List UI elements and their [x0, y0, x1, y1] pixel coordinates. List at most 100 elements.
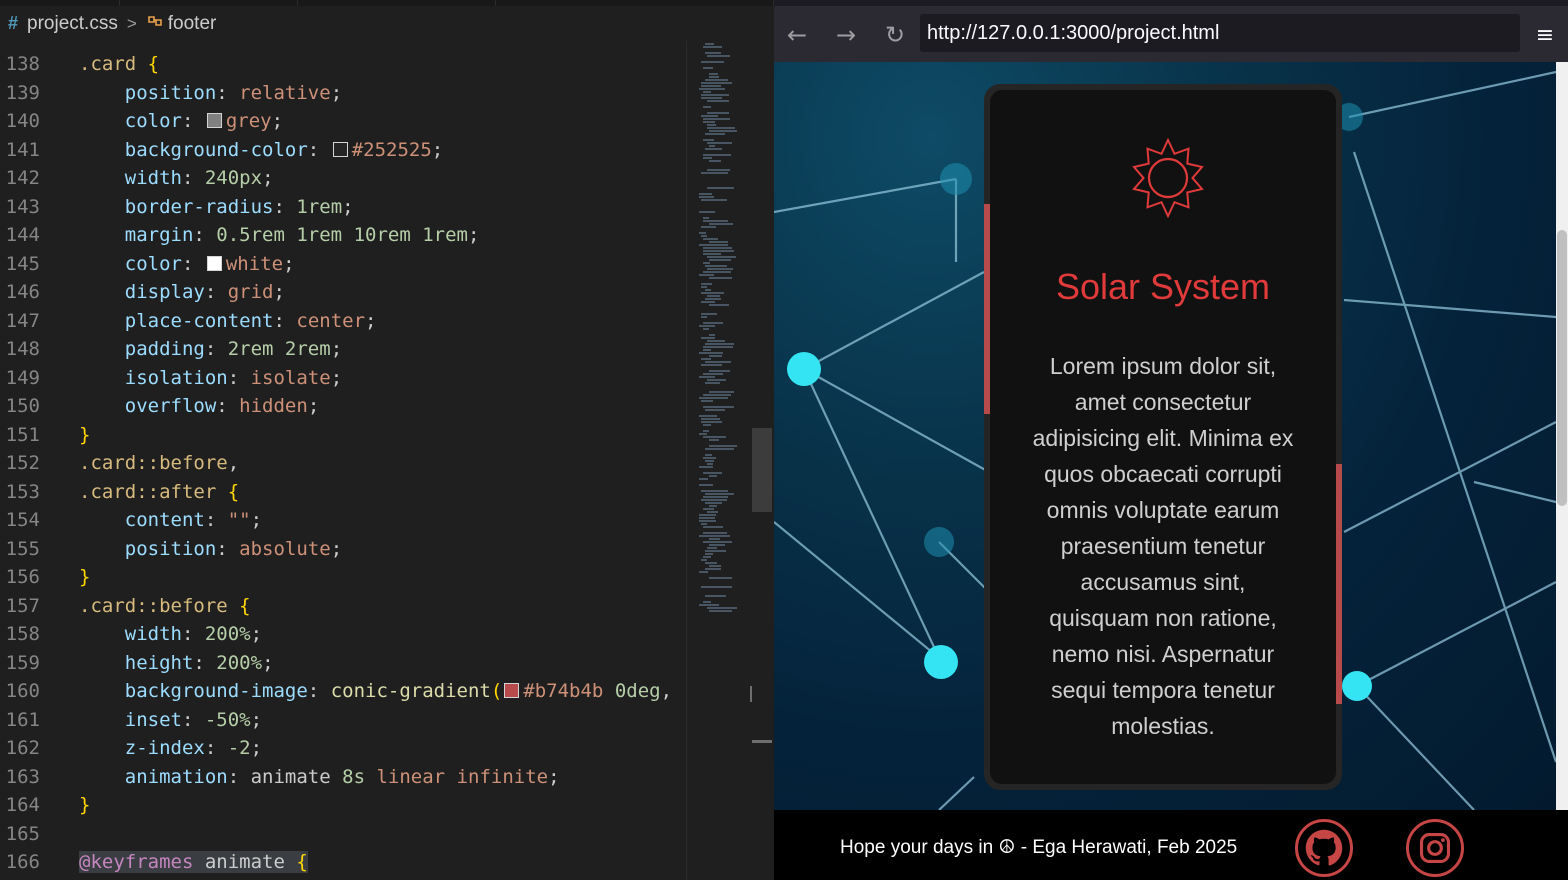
- minimap-line: [703, 121, 715, 123]
- color-swatch[interactable]: [206, 255, 222, 271]
- line-number: 148: [5, 338, 40, 361]
- css-value: -50%: [204, 708, 251, 731]
- minimap-line: [699, 604, 719, 606]
- minimap-line: [701, 85, 721, 87]
- chevron-right-icon: >: [126, 13, 137, 33]
- code-line: 164 }: [0, 791, 686, 820]
- minimap-line: [707, 100, 729, 102]
- code-line: 166 @keyframes animate {: [0, 848, 686, 877]
- minimap-line: [703, 154, 731, 156]
- code-line: 139 position: relative;: [0, 79, 686, 108]
- css-property: animation: [124, 765, 228, 788]
- minimap-line: [703, 157, 712, 159]
- line-number: 143: [5, 195, 40, 218]
- code-line: 152 .card::before,: [0, 449, 686, 478]
- breadcrumb-file[interactable]: project.css: [27, 13, 118, 35]
- minimap-line: [701, 313, 717, 315]
- keyframes-name: animate: [204, 851, 285, 874]
- minimap-line: [701, 97, 722, 99]
- code-line: 155 position: absolute;: [0, 535, 686, 564]
- forward-icon[interactable]: →: [831, 20, 861, 50]
- breadcrumb-symbol[interactable]: footer: [168, 13, 217, 35]
- css-property: color: [124, 110, 182, 133]
- minimap-line: [699, 535, 730, 537]
- color-swatch[interactable]: [504, 683, 520, 699]
- minimap-line: [699, 466, 713, 468]
- address-bar[interactable]: http://127.0.0.1:3000/project.html: [920, 14, 1520, 52]
- css-property: color: [124, 252, 182, 275]
- reload-icon[interactable]: ↻: [880, 20, 910, 50]
- line-number: 144: [5, 224, 40, 247]
- minimap-line: [707, 169, 730, 171]
- minimap-line: [703, 436, 726, 438]
- code-line: 156 }: [0, 563, 686, 592]
- minimap-line: [703, 238, 718, 240]
- minimap-line: [707, 295, 720, 297]
- minimap-line: [703, 424, 711, 426]
- color-swatch[interactable]: [332, 141, 348, 157]
- minimap-line: [709, 475, 717, 477]
- minimap-line: [701, 586, 732, 588]
- minimap-line: [705, 343, 734, 345]
- minimap-line: [705, 502, 722, 504]
- brace: {: [147, 53, 160, 76]
- editor-scrollbar-thumb[interactable]: [752, 428, 772, 512]
- minimap-line: [699, 517, 715, 519]
- comma: ,: [660, 680, 673, 703]
- css-property: border-radius: [124, 195, 274, 218]
- css-file-icon: #: [8, 13, 19, 33]
- page-scrollbar[interactable]: [1556, 62, 1568, 810]
- line-number: 152: [5, 452, 40, 475]
- line-number: 165: [5, 822, 40, 845]
- minimap-line: [709, 610, 732, 612]
- line-number: 138: [5, 53, 40, 76]
- back-icon[interactable]: ←: [782, 20, 812, 50]
- minimap-line: [707, 127, 735, 129]
- minimap-line: [699, 433, 707, 435]
- code-line: 160 background-image: conic-gradient(#b7…: [0, 677, 686, 706]
- hamburger-menu-icon[interactable]: ≡: [1530, 20, 1560, 50]
- minimap-line: [701, 226, 716, 228]
- code-line: 144 margin: 0.5rem 1rem 10rem 1rem;: [0, 221, 686, 250]
- code-editor[interactable]: # project.css > footer 138 .card { 139 p…: [0, 0, 774, 880]
- color-swatch[interactable]: [206, 113, 222, 129]
- page-footer: Hope your days in ☮ - Ega Herawati, Feb …: [774, 810, 1568, 880]
- minimap-line: [699, 193, 712, 195]
- code-line: 151 }: [0, 421, 686, 450]
- minimap-line: [707, 55, 730, 57]
- code-line: 145 color: white;: [0, 250, 686, 279]
- minimap-line: [703, 322, 723, 324]
- page-scrollbar-thumb[interactable]: [1557, 230, 1567, 506]
- minimap-line: [703, 556, 711, 558]
- line-number: 142: [5, 167, 40, 190]
- code-line: 154 content: "";: [0, 506, 686, 535]
- css-function: conic-gradient: [330, 680, 491, 703]
- github-link[interactable]: [1295, 819, 1353, 877]
- instagram-link[interactable]: [1406, 819, 1464, 877]
- code-line: 161 inset: -50%;: [0, 706, 686, 735]
- minimap-line: [705, 265, 727, 267]
- minimap-line: [705, 550, 726, 552]
- page-viewport: Solar System Lorem ipsum dolor sit, amet…: [774, 62, 1556, 810]
- minimap-line: [701, 421, 722, 423]
- minimap-line: [703, 457, 716, 459]
- minimap-line: [703, 118, 730, 120]
- css-value: -2: [227, 737, 251, 760]
- minimap-line: [707, 340, 725, 342]
- minimap-line: [699, 571, 708, 573]
- minimap-line: [709, 259, 731, 261]
- line-number: 139: [5, 81, 40, 104]
- minimap-line: [709, 538, 720, 540]
- line-number: 149: [5, 366, 40, 389]
- minimap-line: [709, 370, 730, 372]
- minimap-line: [703, 394, 731, 396]
- minimap-line: [709, 391, 734, 393]
- css-property: background-color: [124, 138, 308, 161]
- code-area[interactable]: 138 .card { 139 position: relative; 140 …: [0, 41, 686, 880]
- at-rule-keyword: @keyframes: [79, 851, 194, 874]
- minimap-line: [699, 514, 716, 516]
- minimap-line: [705, 562, 717, 564]
- minimap-line: [703, 139, 714, 141]
- css-property: padding: [124, 338, 205, 361]
- minimap-line: [709, 334, 715, 336]
